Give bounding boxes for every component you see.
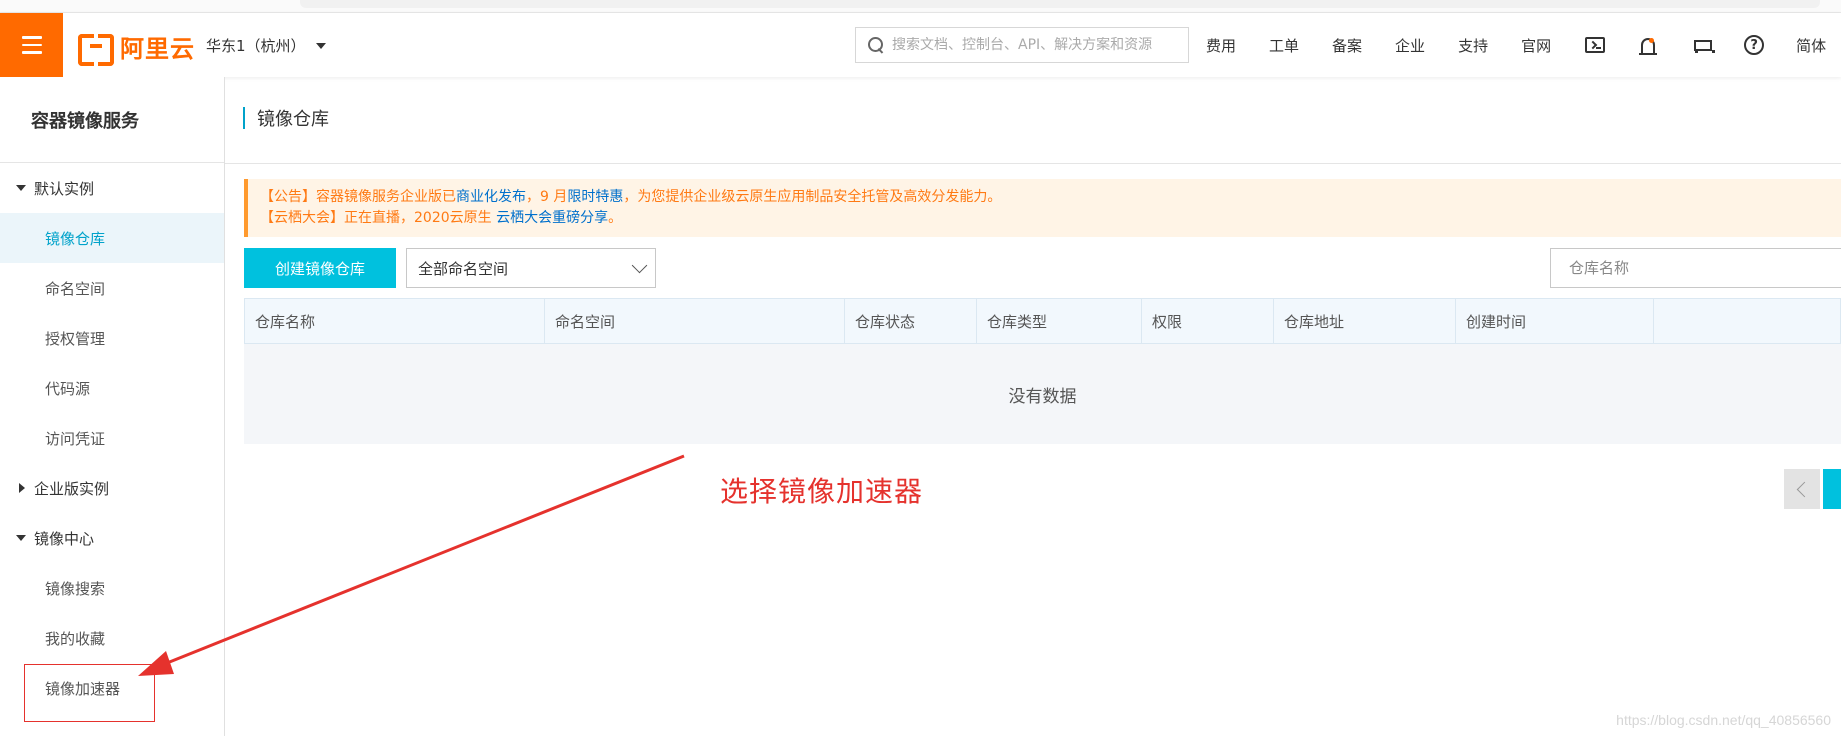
chevron-down-icon — [631, 257, 648, 274]
notification-dot — [1649, 37, 1655, 43]
create-repository-button[interactable]: 创建镜像仓库 — [244, 248, 396, 288]
global-search-input[interactable] — [892, 37, 1172, 53]
repository-search[interactable] — [1550, 248, 1841, 288]
repository-table: 仓库名称 命名空间 仓库状态 仓库类型 权限 仓库地址 创建时间 没有数据 — [244, 298, 1841, 444]
column-header[interactable]: 仓库名称 — [245, 299, 545, 343]
divider — [225, 163, 1841, 164]
announcement-text: 。 — [608, 210, 623, 226]
page-title: 镜像仓库 — [243, 107, 329, 130]
table-header: 仓库名称 命名空间 仓库状态 仓库类型 权限 仓库地址 创建时间 — [244, 298, 1841, 344]
sidebar-group-label: 镜像中心 — [34, 529, 95, 548]
caret-down-icon — [16, 535, 26, 541]
column-header[interactable]: 仓库地址 — [1274, 299, 1456, 343]
region-label: 华东1（杭州） — [206, 37, 306, 55]
sidebar-item-authorization[interactable]: 授权管理 — [0, 313, 224, 363]
chevron-left-icon — [1796, 481, 1813, 497]
sidebar-item-access-credentials[interactable]: 访问凭证 — [0, 413, 224, 463]
cart-icon[interactable] — [1690, 34, 1716, 56]
sidebar-item-label: 镜像加速器 — [45, 679, 121, 698]
global-search[interactable] — [855, 27, 1189, 63]
announcement-banner: 【公告】容器镜像服务企业版已商业化发布，9 月限时特惠，为您提供企业级云原生应用… — [244, 179, 1841, 237]
column-header[interactable]: 命名空间 — [545, 299, 845, 343]
sidebar: 容器镜像服务 默认实例 镜像仓库 命名空间 授权管理 代码源 访问凭证 企业版实… — [0, 77, 225, 736]
sidebar-item-code-source[interactable]: 代码源 — [0, 363, 224, 413]
caret-down-icon — [16, 185, 26, 191]
column-header — [1654, 299, 1840, 343]
announcement-line-2: 【云栖大会】正在直播，2020云原生 云栖大会重磅分享。 — [260, 208, 1841, 229]
terminal-icon[interactable] — [1584, 34, 1606, 56]
nav-link-tickets[interactable]: 工单 — [1269, 35, 1299, 56]
namespace-select[interactable]: 全部命名空间 — [406, 248, 656, 288]
caret-right-icon — [19, 483, 25, 493]
announcement-line-1: 【公告】容器镜像服务企业版已商业化发布，9 月限时特惠，为您提供企业级云原生应用… — [260, 187, 1841, 208]
pagination-current-page[interactable] — [1823, 469, 1841, 509]
help-icon[interactable]: ? — [1743, 34, 1765, 56]
language-switch[interactable]: 简体 — [1796, 35, 1826, 56]
caret-down-icon — [315, 42, 326, 49]
nav-link-icp[interactable]: 备案 — [1332, 35, 1362, 56]
watermark: https://blog.csdn.net/qq_40856560 — [1616, 712, 1831, 728]
column-header[interactable]: 仓库状态 — [845, 299, 977, 343]
column-header[interactable]: 创建时间 — [1456, 299, 1654, 343]
sidebar-item-image-accelerator[interactable]: 镜像加速器 — [0, 663, 224, 722]
sidebar-title: 容器镜像服务 — [0, 77, 224, 163]
announcement-text: ，9 月 — [526, 189, 568, 205]
sidebar-item-image-search[interactable]: 镜像搜索 — [0, 563, 224, 613]
column-header[interactable]: 仓库类型 — [977, 299, 1142, 343]
aliyun-logo[interactable]: 阿里云 — [78, 31, 195, 66]
sidebar-group-label: 默认实例 — [34, 179, 95, 198]
announcement-link-limited-offer[interactable]: 限时特惠 — [567, 189, 623, 205]
announcement-text: ，为您提供企业级云原生应用制品安全托管及高效分发能力。 — [623, 189, 1002, 205]
top-navbar: 阿里云 华东1（杭州） 费用 工单 备案 企业 支持 官网 ? 简体 — [0, 13, 1841, 77]
search-icon — [868, 37, 884, 53]
announcement-text: 【云栖大会】正在直播，2020云原生 — [260, 210, 497, 226]
region-selector[interactable]: 华东1（杭州） — [206, 35, 326, 56]
top-nav-links: 费用 工单 备案 企业 支持 官网 ? 简体 — [1206, 13, 1841, 77]
aliyun-logo-icon — [78, 34, 114, 66]
sidebar-group-enterprise-instance[interactable]: 企业版实例 — [0, 463, 224, 513]
column-header[interactable]: 权限 — [1142, 299, 1274, 343]
namespace-select-value: 全部命名空间 — [418, 259, 509, 278]
pagination-prev-button[interactable] — [1784, 469, 1820, 509]
table-empty-state: 没有数据 — [244, 344, 1841, 444]
bell-icon[interactable] — [1637, 34, 1659, 56]
nav-link-support[interactable]: 支持 — [1458, 35, 1488, 56]
announcement-text: 【公告】容器镜像服务企业版已 — [260, 189, 456, 205]
main-content: 镜像仓库 【公告】容器镜像服务企业版已商业化发布，9 月限时特惠，为您提供企业级… — [225, 77, 1841, 736]
hamburger-menu-icon[interactable] — [0, 13, 63, 77]
sidebar-item-namespaces[interactable]: 命名空间 — [0, 263, 224, 313]
sidebar-item-favorites[interactable]: 我的收藏 — [0, 613, 224, 663]
sidebar-item-repositories[interactable]: 镜像仓库 — [0, 213, 224, 263]
brand-name: 阿里云 — [120, 34, 195, 63]
sidebar-group-label: 企业版实例 — [34, 479, 110, 498]
horizontal-scrollbar[interactable] — [300, 0, 1820, 8]
sidebar-group-default-instance[interactable]: 默认实例 — [0, 163, 224, 213]
announcement-link-commercial-release[interactable]: 商业化发布 — [456, 189, 526, 205]
sidebar-group-image-center[interactable]: 镜像中心 — [0, 513, 224, 563]
nav-link-official-site[interactable]: 官网 — [1521, 35, 1551, 56]
repository-search-input[interactable] — [1569, 259, 1819, 277]
nav-link-enterprise[interactable]: 企业 — [1395, 35, 1425, 56]
announcement-link-yunqi-share[interactable]: 云栖大会重磅分享 — [496, 210, 608, 226]
annotation-label: 选择镜像加速器 — [720, 475, 924, 508]
nav-link-fees[interactable]: 费用 — [1206, 35, 1236, 56]
browser-top-strip — [0, 0, 1841, 13]
